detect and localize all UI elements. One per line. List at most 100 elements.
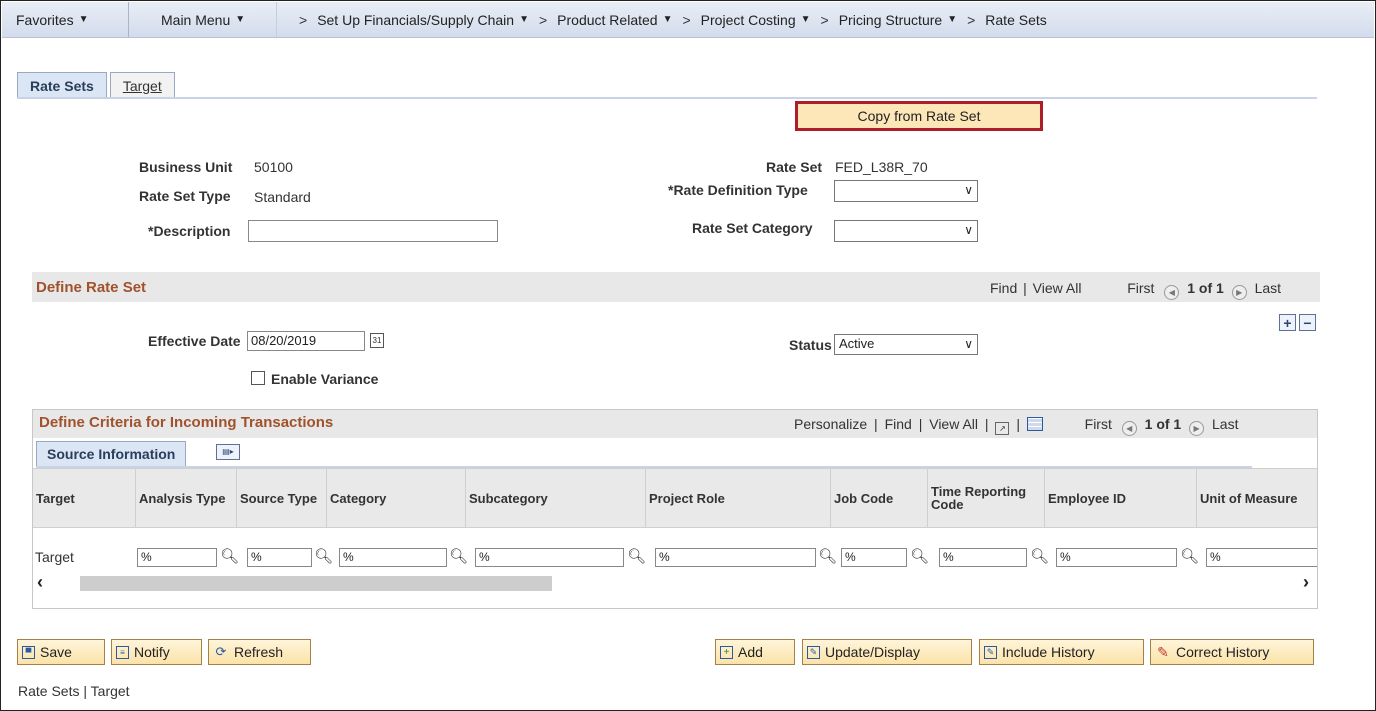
column-header-category: Category [327, 469, 466, 527]
footer-link-rate-sets[interactable]: Rate Sets [18, 683, 79, 699]
column-header-unit-of-measure: Unit of Measure [1200, 490, 1298, 506]
lookup-icon[interactable]: 🔍︎ [818, 547, 837, 565]
previous-circle-icon[interactable]: ◀ [1164, 285, 1180, 300]
crumb-project-costing[interactable]: Project Costing [701, 12, 796, 28]
crumb-pricing-structure[interactable]: Pricing Structure [839, 12, 942, 28]
download-excel-icon[interactable] [1026, 417, 1043, 431]
subcategory-input[interactable]: % [475, 548, 624, 567]
horizontal-scrollbar[interactable]: ‹ › [35, 572, 1315, 593]
rate-set-category-select[interactable]: ∨ [834, 220, 978, 242]
lookup-icon[interactable]: 🔍︎ [1030, 547, 1049, 565]
notify-icon: ≡ [116, 645, 129, 659]
last-link[interactable]: Last [1255, 280, 1281, 296]
category-input[interactable]: % [339, 548, 447, 567]
zoom-grid-icon[interactable]: ↗ [995, 422, 1010, 435]
find-link[interactable]: Find [885, 416, 912, 432]
add-button[interactable]: + Add [715, 639, 795, 665]
criteria-grid: Define Criteria for Incoming Transaction… [32, 409, 1318, 609]
lookup-icon[interactable]: 🔍︎ [220, 547, 239, 565]
caret-down-icon: ▼ [662, 14, 673, 25]
project-role-input[interactable]: % [655, 548, 816, 567]
tab-rate-sets[interactable]: Rate Sets [17, 72, 107, 98]
lookup-icon[interactable]: 🔍︎ [910, 547, 929, 565]
last-link[interactable]: Last [1212, 416, 1238, 432]
find-link[interactable]: Find [990, 280, 1017, 296]
first-link[interactable]: First [1085, 416, 1112, 432]
column-header-employee-id: Employee ID [1045, 469, 1197, 527]
lookup-icon[interactable]: 🔍︎ [1180, 547, 1199, 565]
rate-set-type-value: Standard [254, 189, 311, 205]
description-input[interactable] [248, 220, 498, 242]
unit-of-measure-input[interactable]: % [1206, 548, 1317, 567]
status-value: Active [839, 336, 875, 351]
lookup-icon[interactable]: 🔍︎ [449, 547, 468, 565]
grid-header-row: Target Analysis Type Source Type Categor… [33, 468, 1317, 528]
correct-history-button[interactable]: ✎ Correct History [1150, 639, 1314, 665]
page-tabs: Rate Sets Target [17, 72, 178, 98]
view-all-link[interactable]: View All [929, 416, 978, 432]
breadcrumb: > Set Up Financials/Supply Chain ▼ > Pro… [289, 12, 1047, 28]
top-nav-bar: Favorites ▼ Main Menu ▼ > Set Up Financi… [2, 2, 1374, 38]
scroll-left-icon[interactable]: ‹ [37, 572, 43, 593]
refresh-label: Refresh [234, 644, 284, 660]
lookup-icon[interactable]: 🔍︎ [627, 547, 646, 565]
caret-down-icon: ▼ [519, 14, 529, 25]
column-header-job-code: Job Code [831, 469, 928, 527]
previous-circle-icon[interactable]: ◀ [1121, 421, 1137, 436]
footer-link-target[interactable]: Target [91, 683, 130, 699]
include-history-button[interactable]: ✎ Include History [979, 639, 1144, 665]
chevron-right-icon: > [538, 11, 548, 28]
column-header-target: Target [33, 469, 136, 527]
effective-date-input[interactable]: 08/20/2019 [247, 331, 365, 351]
next-circle-icon[interactable]: ▶ [1231, 285, 1247, 300]
status-select[interactable]: Active ∨ [834, 334, 978, 355]
add-label: Add [738, 644, 763, 660]
copy-from-rate-set-button[interactable]: Copy from Rate Set [795, 101, 1043, 131]
include-history-icon: ✎ [984, 645, 997, 659]
update-display-button[interactable]: ✎ Update/Display [802, 639, 972, 665]
personalize-link[interactable]: Personalize [794, 416, 867, 432]
tab-source-information[interactable]: Source Information [36, 441, 187, 466]
first-link[interactable]: First [1127, 280, 1154, 296]
column-header-project-role: Project Role [646, 469, 831, 527]
scroll-right-icon[interactable]: › [1303, 572, 1309, 593]
notify-button[interactable]: ≡ Notify [111, 639, 202, 665]
crumb-setup-financials[interactable]: Set Up Financials/Supply Chain [317, 12, 514, 28]
enable-variance-checkbox[interactable] [251, 371, 265, 385]
job-code-input[interactable]: % [841, 548, 907, 567]
tab-underline [17, 97, 1317, 99]
rate-set-type-label: Rate Set Type [139, 188, 231, 204]
refresh-button[interactable]: ⟳ Refresh [208, 639, 311, 665]
caret-down-icon: ▼ [235, 14, 246, 25]
favorites-label: Favorites [16, 11, 74, 28]
chevron-right-icon: > [299, 11, 308, 28]
crumb-product-related[interactable]: Product Related [557, 12, 657, 28]
scrollbar-thumb[interactable] [80, 576, 552, 591]
crumb-rate-sets[interactable]: Rate Sets [985, 12, 1046, 28]
tab-target[interactable]: Target [109, 72, 175, 98]
next-circle-icon[interactable]: ▶ [1189, 421, 1205, 436]
view-all-link[interactable]: View All [1033, 280, 1082, 296]
analysis-type-input[interactable]: % [137, 548, 217, 567]
delete-row-icon[interactable]: − [1299, 314, 1316, 331]
save-button[interactable]: ▀ Save [17, 639, 105, 665]
column-header-analysis-type: Analysis Type [136, 469, 237, 527]
source-type-input[interactable]: % [247, 548, 312, 567]
caret-down-icon: ▼ [800, 14, 811, 25]
calendar-icon[interactable]: 31 [370, 333, 384, 348]
effective-date-label: Effective Date [148, 333, 241, 349]
show-all-columns-icon[interactable]: ▤▸ [216, 444, 240, 460]
page-frame: Favorites ▼ Main Menu ▼ > Set Up Financi… [0, 0, 1376, 711]
footer-links: Rate Sets | Target [18, 683, 130, 699]
add-row-icon[interactable]: + [1279, 314, 1296, 331]
lookup-icon[interactable]: 🔍︎ [314, 547, 333, 565]
save-disk-icon: ▀ [22, 645, 35, 659]
row-target-link[interactable]: Target [35, 549, 74, 565]
time-reporting-code-input[interactable]: % [939, 548, 1027, 567]
employee-id-input[interactable]: % [1056, 548, 1177, 567]
rate-definition-type-select[interactable]: ∨ [834, 180, 978, 202]
favorites-menu[interactable]: Favorites ▼ [2, 2, 129, 37]
main-menu[interactable]: Main Menu ▼ [129, 2, 277, 37]
description-label: *Description [148, 223, 231, 239]
correct-history-label: Correct History [1176, 644, 1270, 660]
